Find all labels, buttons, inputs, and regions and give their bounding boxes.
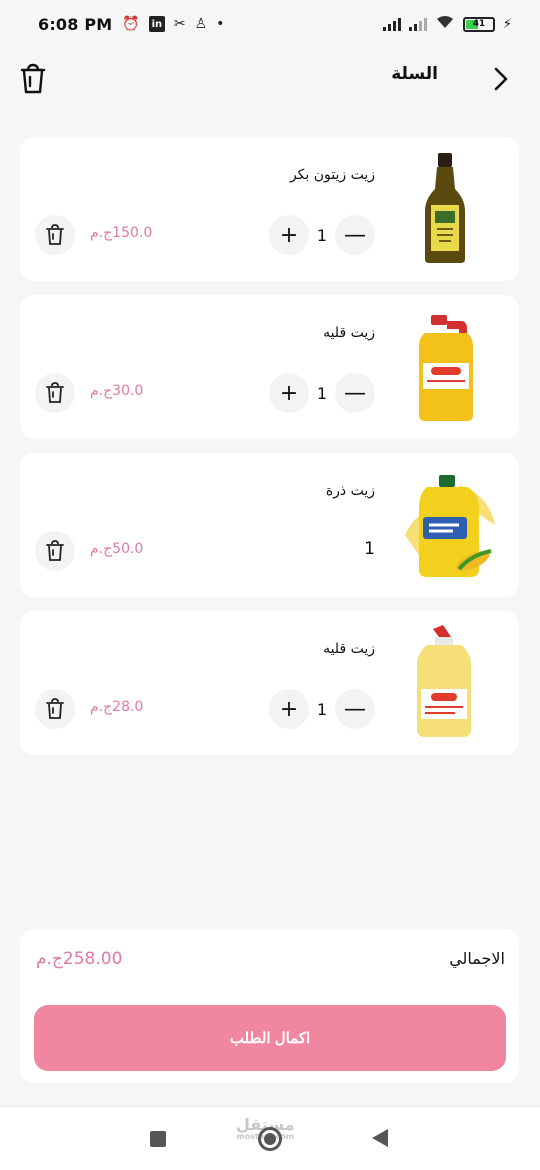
decrease-quantity-button[interactable]: — (335, 215, 375, 255)
total-label: الاجمالي (449, 949, 505, 968)
trash-icon (46, 698, 64, 719)
restaurant-icon: ✂ (173, 16, 186, 32)
product-name: زيت قليه (323, 641, 375, 657)
remove-item-button[interactable] (35, 373, 75, 413)
quantity-value: 1 (316, 383, 328, 403)
remove-item-button[interactable] (35, 531, 75, 571)
back-triangle-icon[interactable] (372, 1129, 388, 1147)
decrease-quantity-button[interactable]: — (335, 373, 375, 413)
cart-item: زيت زيتون بكر + 1 — 150.0ج.م (20, 137, 519, 281)
cart-item: زيت قليه + 1 — 28.0ج.م (20, 611, 519, 755)
status-bar: 6:08 PM ⏰ in ✂ ♙ • 41 ⚡ (0, 0, 540, 48)
trash-icon (46, 382, 64, 403)
clear-cart-trash-icon[interactable] (18, 63, 48, 95)
more-notifications-icon: • (216, 16, 225, 32)
recent-apps-icon[interactable] (150, 1131, 166, 1147)
increase-quantity-button[interactable]: + (269, 373, 309, 413)
checkout-button[interactable]: اكمال الطلب (34, 1005, 506, 1071)
olive-oil-bottle-image (425, 153, 465, 263)
item-price: 28.0ج.م (90, 699, 144, 715)
alarm-icon: ⏰ (122, 16, 140, 32)
frying-oil-bottle-image (417, 625, 471, 737)
charging-icon: ⚡ (502, 16, 512, 32)
battery-level: 41 (472, 19, 486, 29)
trash-icon (46, 540, 64, 561)
product-name: زيت قليه (323, 325, 375, 341)
cart-item: زيت قليه + 1 — 30.0ج.م (20, 295, 519, 439)
system-navigation-bar: مستقل mostaql.com (0, 1106, 540, 1170)
quantity-stepper: + 1 — (269, 215, 375, 255)
home-icon[interactable] (258, 1127, 282, 1151)
quantity-stepper: + 1 — (269, 373, 375, 413)
page-title: السلة (391, 64, 438, 84)
total-value: 258.00ج.م (36, 949, 123, 969)
order-summary: الاجمالي 258.00ج.م اكمال الطلب (20, 929, 519, 1083)
trash-icon (46, 224, 64, 245)
quantity-value: 1 (316, 225, 328, 245)
signal-icon (382, 17, 401, 31)
notification-icons: ⏰ in ✂ ♙ • (122, 16, 224, 32)
frying-oil-bottle-image (419, 315, 473, 421)
notification-icon: ♙ (194, 16, 208, 32)
quantity-stepper: + 1 — (269, 689, 375, 729)
battery-icon: 41 (462, 16, 495, 32)
back-chevron-icon[interactable] (492, 66, 510, 92)
increase-quantity-button[interactable]: + (269, 689, 309, 729)
product-name: زيت زيتون بكر (289, 167, 375, 183)
remove-item-button[interactable] (35, 215, 75, 255)
decrease-quantity-button[interactable]: — (335, 689, 375, 729)
cart-item: زيت ذرة 1 50.0ج.م (20, 453, 519, 597)
item-price: 50.0ج.م (90, 541, 144, 557)
quantity-value: 1 (364, 539, 375, 559)
linkedin-icon: in (148, 16, 165, 32)
corn-oil-bottle-image (405, 475, 495, 577)
header: السلة (0, 48, 540, 110)
status-time: 6:08 PM (38, 14, 113, 34)
remove-item-button[interactable] (35, 689, 75, 729)
item-price: 150.0ج.م (90, 225, 153, 241)
quantity-value: 1 (316, 699, 328, 719)
signal-icon-2 (408, 17, 427, 31)
item-price: 30.0ج.م (90, 383, 144, 399)
product-name: زيت ذرة (325, 483, 375, 499)
increase-quantity-button[interactable]: + (269, 215, 309, 255)
wifi-icon (435, 14, 455, 34)
